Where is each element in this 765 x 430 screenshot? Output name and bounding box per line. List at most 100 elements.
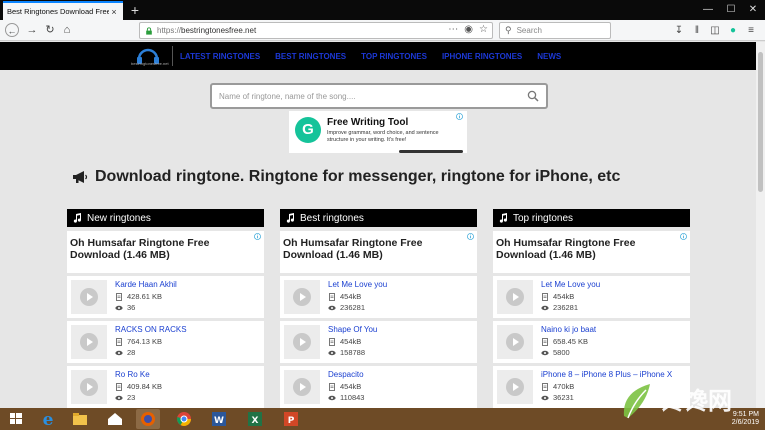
menu-item-latest-ringtones[interactable]: LATEST RINGTONES — [180, 52, 260, 61]
menu-item-iphone-ringtones[interactable]: IPHONE RINGTONES — [442, 52, 522, 61]
reload-icon[interactable]: ↻ — [43, 23, 57, 37]
menu-item-best-ringtones[interactable]: BEST RINGTONES — [275, 52, 346, 61]
ringtone-views-value: 236281 — [340, 303, 366, 312]
word-icon[interactable]: W — [207, 409, 231, 429]
home-icon[interactable]: ⌂ — [60, 23, 74, 37]
ringtone-size-value: 409.84 KB — [127, 382, 163, 391]
column-ad[interactable]: Oh Humsafar Ringtone Free Download (1.46… — [67, 231, 264, 273]
grammarly-ad[interactable]: G Free Writing Tool Improve grammar, wor… — [289, 111, 467, 153]
play-button[interactable] — [71, 325, 107, 359]
ringtone-size-value: 470kB — [553, 382, 575, 391]
ringtone-title-link[interactable]: Despacito — [328, 370, 364, 379]
eye-icon — [115, 305, 123, 310]
forward-arrow-icon[interactable]: → — [25, 23, 39, 37]
ringtone-title-link[interactable]: Let Me Love you — [541, 280, 600, 289]
shield-icon[interactable]: ◉ — [464, 24, 473, 35]
column-ad[interactable]: Oh Humsafar Ringtone Free Download (1.46… — [280, 231, 477, 273]
svg-text:X: X — [252, 416, 259, 426]
home-folder-icon[interactable] — [103, 409, 127, 429]
grammarly-extension-icon[interactable]: ● — [726, 24, 740, 38]
ringtone-size: 764.13 KB — [115, 337, 162, 346]
eye-icon — [328, 350, 336, 355]
ringtone-title-link[interactable]: Shape Of You — [328, 325, 377, 334]
column-header: Best ringtones — [280, 209, 477, 227]
windows-start-icon[interactable] — [4, 409, 28, 429]
play-button[interactable] — [497, 280, 533, 314]
url-bar[interactable]: https://bestringtonesfree.net ⋯ ◉ ☆ — [139, 22, 493, 39]
ringtone-title-link[interactable]: Ro Ro Ke — [115, 370, 150, 379]
firefox-icon[interactable] — [136, 409, 160, 429]
play-button[interactable] — [71, 370, 107, 404]
sidebar-icon[interactable]: ◫ — [708, 24, 722, 38]
column-title: Top ringtones — [513, 212, 574, 224]
page-scrollbar[interactable] — [756, 42, 765, 408]
ad-cta-bar[interactable] — [399, 150, 463, 153]
close-window-button[interactable]: ✕ — [742, 2, 764, 18]
browser-nav-bar: ← → ↻ ⌂ https://bestringtonesfree.net ⋯ … — [0, 20, 765, 41]
play-button[interactable] — [497, 370, 533, 404]
column-ad[interactable]: Oh Humsafar Ringtone Free Download (1.46… — [493, 231, 690, 273]
play-button[interactable] — [71, 280, 107, 314]
search-icon: ⚲ — [505, 25, 512, 35]
tab-title: Best Ringtones Download Free — [7, 7, 109, 16]
file-icon — [116, 337, 122, 346]
ringtone-item: RACKS ON RACKS 764.13 KB 28 — [67, 321, 264, 363]
menu-icon[interactable]: ≡ — [744, 24, 758, 38]
menu-item-top-ringtones[interactable]: TOP RINGTONES — [361, 52, 427, 61]
ad-info-icon[interactable] — [467, 233, 474, 240]
page-heading: Download ringtone. Ringtone for messenge… — [72, 168, 620, 186]
play-button[interactable] — [284, 370, 320, 404]
ringtone-size-value: 454kB — [340, 292, 362, 301]
search-icon[interactable] — [527, 90, 539, 102]
ringtone-item: Naino ki jo baat 658.45 KB 5800 — [493, 321, 690, 363]
internet-explorer-icon[interactable]: e — [36, 409, 60, 429]
scrollbar-thumb[interactable] — [758, 52, 763, 192]
play-button[interactable] — [284, 325, 320, 359]
ringtone-size: 409.84 KB — [115, 382, 162, 391]
library-icon[interactable]: ‖ — [690, 24, 704, 38]
page-actions-icon[interactable]: ⋯ — [448, 24, 458, 35]
ringtone-title-link[interactable]: Karde Haan Akhil — [115, 280, 177, 289]
ringtone-title-link[interactable]: RACKS ON RACKS — [115, 325, 187, 334]
watermark-text: 馋馋网 — [660, 387, 732, 415]
url-text: https://bestringtonesfree.net — [157, 26, 256, 35]
browser-tab[interactable]: Best Ringtones Download Free × — [3, 1, 123, 20]
close-icon[interactable]: × — [109, 7, 119, 17]
ringtone-views: 236281 — [541, 303, 578, 312]
music-note-icon — [73, 213, 82, 223]
play-triangle — [300, 338, 306, 346]
maximize-button[interactable]: ☐ — [720, 2, 742, 18]
file-icon — [542, 382, 548, 391]
play-triangle — [87, 383, 93, 391]
column-title: Best ringtones — [300, 212, 364, 224]
ringtone-search-input[interactable] — [219, 91, 527, 101]
eye-icon — [115, 395, 123, 400]
play-triangle — [87, 338, 93, 346]
bookmark-star-icon[interactable]: ☆ — [479, 24, 488, 35]
chrome-icon[interactable] — [172, 409, 196, 429]
file-explorer-icon[interactable] — [68, 409, 92, 429]
ringtone-title-link[interactable]: Naino ki jo baat — [541, 325, 596, 334]
eye-icon — [328, 305, 336, 310]
ringtone-title-link[interactable]: Let Me Love you — [328, 280, 387, 289]
play-triangle — [300, 383, 306, 391]
new-tab-button[interactable]: + — [128, 2, 142, 18]
column-header: New ringtones — [67, 209, 264, 227]
ringtone-views-value: 28 — [127, 348, 136, 357]
excel-icon[interactable]: X — [243, 409, 267, 429]
ringtone-item: Despacito 454kB 110843 — [280, 366, 477, 408]
ad-info-icon[interactable] — [680, 233, 687, 240]
minimize-button[interactable]: — — [697, 2, 719, 18]
ringtone-size: 470kB — [541, 382, 574, 391]
ad-info-icon[interactable] — [254, 233, 261, 240]
play-button[interactable] — [497, 325, 533, 359]
download-icon[interactable]: ↧ — [672, 24, 686, 38]
back-arrow-icon[interactable]: ← — [5, 23, 19, 37]
powerpoint-icon[interactable]: P — [279, 409, 303, 429]
browser-search-box[interactable]: ⚲ Search — [499, 22, 611, 39]
menu-item-news[interactable]: NEWS — [537, 52, 561, 61]
ad-info-icon[interactable] — [456, 113, 463, 120]
grammarly-logo-icon: G — [295, 117, 321, 143]
play-button[interactable] — [284, 280, 320, 314]
ringtone-views-value: 23 — [127, 393, 136, 402]
